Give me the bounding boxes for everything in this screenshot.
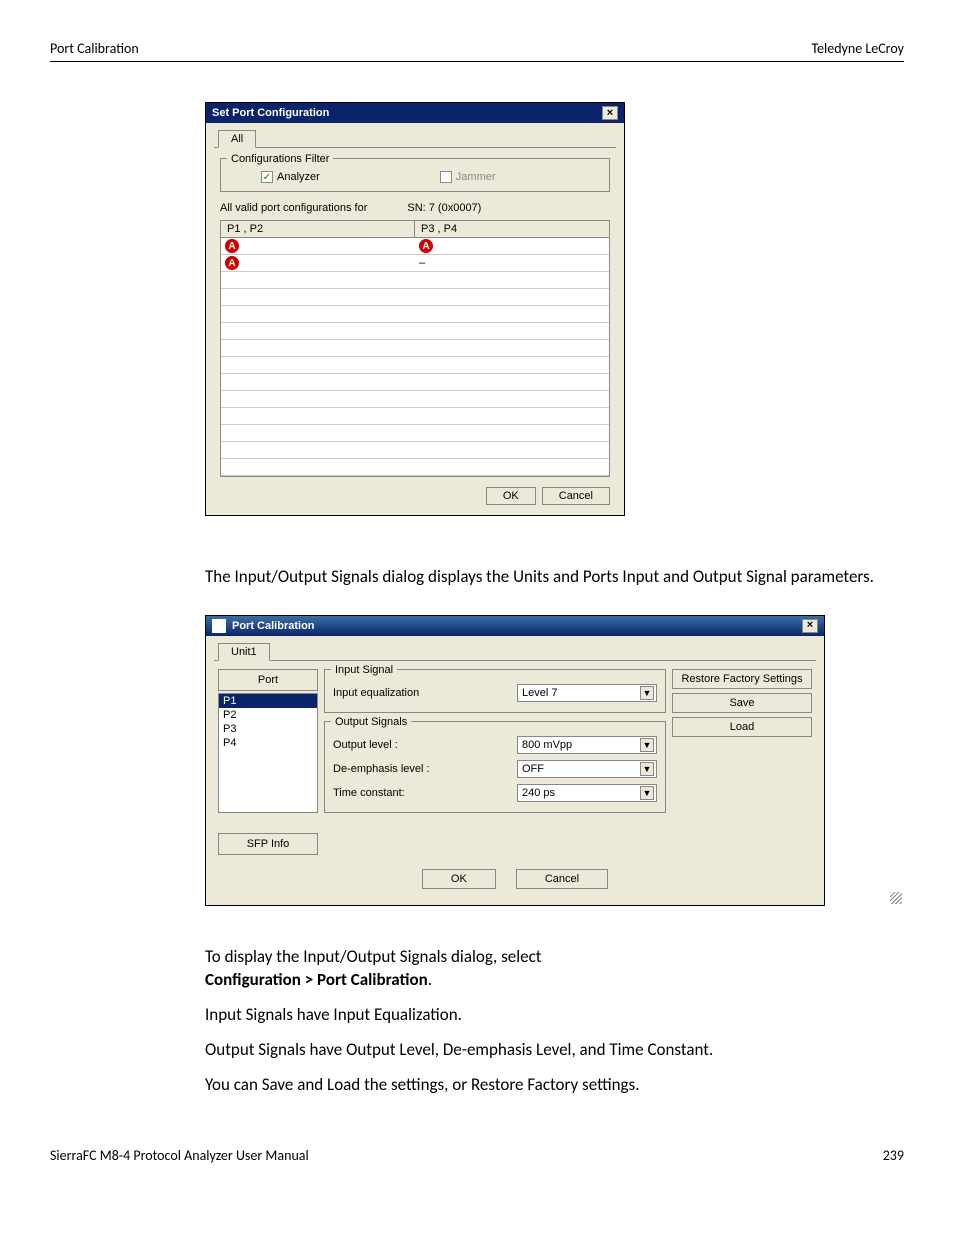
table-row[interactable] — [221, 289, 609, 306]
output-signals-group: Output Signals Output level : 800 mVpp ▼… — [324, 721, 666, 813]
close-icon[interactable]: × — [802, 619, 818, 633]
port-heading: Port — [218, 669, 318, 691]
input-signal-group: Input Signal Input equalization Level 7 … — [324, 669, 666, 713]
dialog1-tabstrip: All — [214, 129, 616, 148]
app-icon: ▦ — [212, 619, 226, 633]
chevron-down-icon: ▼ — [640, 738, 654, 752]
list-item[interactable]: P2 — [219, 708, 317, 722]
paragraph: Output Signals have Output Level, De-emp… — [205, 1039, 874, 1062]
table-row[interactable] — [221, 391, 609, 408]
dialog2-title: Port Calibration — [232, 620, 315, 632]
table-row[interactable] — [221, 374, 609, 391]
dialog2-tabstrip: Unit1 — [214, 642, 816, 661]
list-item[interactable]: P1 — [219, 694, 317, 708]
dialog2-titlebar: ▦ Port Calibration × — [206, 616, 824, 636]
header-right: Teledyne LeCroy — [811, 40, 904, 57]
check-icon — [440, 171, 452, 183]
save-button[interactable]: Save — [672, 693, 812, 713]
table-row[interactable] — [221, 459, 609, 476]
page-header: Port Calibration Teledyne LeCroy — [50, 40, 904, 62]
configurations-filter-group: Configurations Filter ✓ Analyzer Jammer — [220, 158, 610, 192]
output-signals-legend: Output Signals — [331, 716, 411, 728]
table-row[interactable]: A – — [221, 255, 609, 272]
tab-all[interactable]: All — [218, 130, 256, 148]
chevron-down-icon: ▼ — [640, 762, 654, 776]
ok-button[interactable]: OK — [422, 869, 496, 889]
table-row[interactable] — [221, 357, 609, 374]
paragraph: You can Save and Load the settings, or R… — [205, 1074, 874, 1097]
input-signal-legend: Input Signal — [331, 664, 397, 676]
col-p3-p4: P3 , P4 — [415, 221, 609, 237]
input-equalization-select[interactable]: Level 7 ▼ — [517, 684, 657, 702]
table-row[interactable] — [221, 340, 609, 357]
cancel-button[interactable]: Cancel — [542, 487, 610, 505]
col-p1-p2: P1 , P2 — [221, 221, 415, 237]
analyzer-badge-icon: A — [419, 239, 433, 253]
dialog1-titlebar: Set Port Configuration × — [206, 103, 624, 123]
paragraph: To display the Input/Output Signals dial… — [205, 946, 874, 992]
chevron-down-icon: ▼ — [640, 786, 654, 800]
table-row[interactable] — [221, 425, 609, 442]
list-item[interactable]: P4 — [219, 736, 317, 750]
footer-left: SierraFC M8-4 Protocol Analyzer User Man… — [50, 1147, 309, 1164]
sn-row: All valid port configurations for SN: 7 … — [220, 202, 610, 214]
restore-factory-button[interactable]: Restore Factory Settings — [672, 669, 812, 689]
table-row[interactable] — [221, 272, 609, 289]
tab-unit1[interactable]: Unit1 — [218, 643, 270, 661]
set-port-configuration-dialog: Set Port Configuration × All Configurati… — [205, 102, 625, 516]
footer-page-number: 239 — [883, 1147, 904, 1164]
output-level-select[interactable]: 800 mVpp ▼ — [517, 736, 657, 754]
time-constant-select[interactable]: 240 ps ▼ — [517, 784, 657, 802]
de-emphasis-label: De-emphasis level : — [333, 763, 430, 775]
port-config-table: P1 , P2 P3 , P4 A A A – — [220, 220, 610, 477]
page-footer: SierraFC M8-4 Protocol Analyzer User Man… — [50, 1147, 904, 1164]
output-level-label: Output level : — [333, 739, 398, 751]
ok-button[interactable]: OK — [486, 487, 536, 505]
load-button[interactable]: Load — [672, 717, 812, 737]
paragraph: The Input/Output Signals dialog displays… — [205, 566, 874, 589]
analyzer-badge-icon: A — [225, 239, 239, 253]
analyzer-checkbox[interactable]: ✓ Analyzer — [261, 171, 320, 183]
sfp-info-button[interactable]: SFP Info — [218, 833, 318, 855]
port-listbox[interactable]: P1 P2 P3 P4 — [218, 693, 318, 813]
paragraph: Input Signals have Input Equalization. — [205, 1004, 874, 1027]
header-left: Port Calibration — [50, 40, 139, 57]
dialog1-title: Set Port Configuration — [212, 107, 329, 119]
dash-icon: – — [419, 257, 425, 269]
sn-value: SN: 7 (0x0007) — [407, 202, 481, 214]
filter-legend: Configurations Filter — [227, 153, 333, 165]
cancel-button[interactable]: Cancel — [516, 869, 608, 889]
check-icon: ✓ — [261, 171, 273, 183]
time-constant-label: Time constant: — [333, 787, 405, 799]
table-row[interactable] — [221, 306, 609, 323]
table-row[interactable] — [221, 323, 609, 340]
chevron-down-icon: ▼ — [640, 686, 654, 700]
table-row[interactable]: A A — [221, 238, 609, 255]
close-icon[interactable]: × — [602, 106, 618, 120]
table-row[interactable] — [221, 442, 609, 459]
resize-grip-icon[interactable] — [890, 892, 902, 904]
jammer-checkbox[interactable]: Jammer — [440, 171, 496, 183]
input-equalization-label: Input equalization — [333, 687, 419, 699]
list-item[interactable]: P3 — [219, 722, 317, 736]
sn-label: All valid port configurations for — [220, 202, 367, 214]
port-calibration-dialog: ▦ Port Calibration × Unit1 Port P1 P2 P3… — [205, 615, 825, 906]
de-emphasis-select[interactable]: OFF ▼ — [517, 760, 657, 778]
analyzer-badge-icon: A — [225, 256, 239, 270]
table-row[interactable] — [221, 408, 609, 425]
